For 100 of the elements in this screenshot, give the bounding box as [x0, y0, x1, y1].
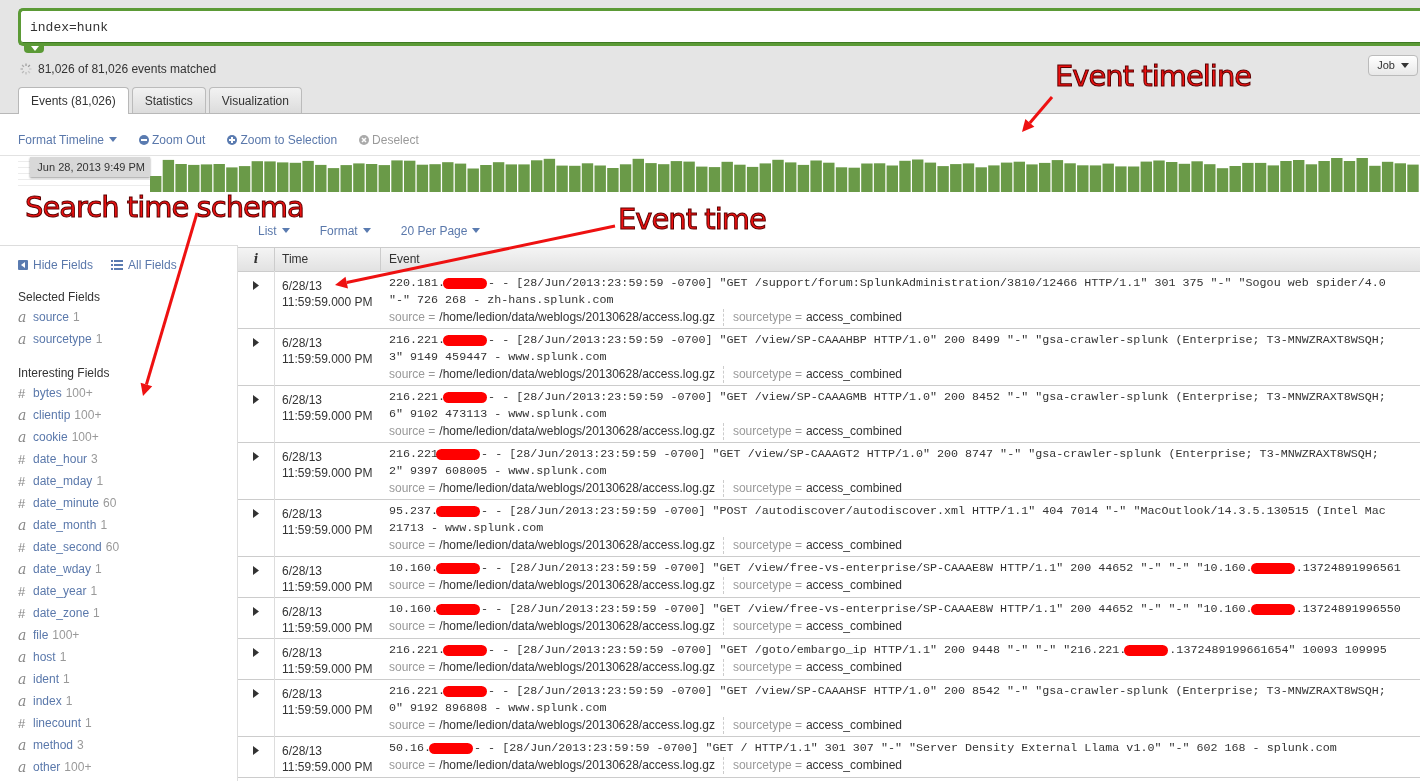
field-value[interactable]: access_combined [805, 660, 902, 674]
field-value[interactable]: /home/ledion/data/weblogs/20130628/access.log.gz [439, 660, 715, 674]
field-value[interactable]: access_combined [805, 481, 902, 495]
field-link[interactable]: date_year [33, 584, 87, 598]
field-value[interactable]: /home/ledion/data/weblogs/20130628/access.log.gz [439, 481, 715, 495]
field-count: 1 [96, 474, 104, 488]
field-type-icon: a [18, 561, 33, 577]
tab[interactable]: Events (81,026) [18, 87, 129, 114]
x-circle-icon [359, 134, 370, 145]
field-type-icon: a [18, 627, 33, 643]
field-label: sourcetype = [732, 758, 802, 772]
field-value[interactable]: access_combined [805, 718, 902, 732]
field-link[interactable]: host [33, 650, 56, 664]
field-type-icon: # [18, 539, 33, 555]
event-text: .13724891996561 [1295, 560, 1401, 577]
event-text: .13724891996550 [1295, 601, 1401, 618]
field-value[interactable]: access_combined [805, 578, 902, 592]
field-value[interactable]: access_combined [805, 758, 902, 772]
field-value[interactable]: /home/ledion/data/weblogs/20130628/access.log.gz [439, 718, 715, 732]
event-text: - - [28/Jun/2013:23:59:59 -0700] "GET /view/free-vs-enterprise/SP-CAAAE8W HTTP/1.1" 200 44652 "-" "-" "10.160. [481, 560, 1253, 577]
field-link[interactable]: sourcetype [33, 332, 92, 346]
spinner-icon [20, 63, 32, 75]
timeline-control[interactable]: Zoom Out [139, 132, 206, 147]
field-link[interactable]: date_month [33, 518, 97, 532]
field-link[interactable]: clientip [33, 408, 71, 422]
event-text: 95.237. [389, 503, 439, 520]
redaction-mark [443, 335, 488, 346]
caret-icon [109, 137, 118, 142]
field-type-icon: a [18, 429, 33, 445]
field-value[interactable]: access_combined [805, 424, 902, 438]
event-text: - - [28/Jun/2013:23:59:59 -0700] "GET / HTTP/1.1" 301 307 "-" "Server Density External Llama v1.0" "-" 602 168 - splunk.com [474, 740, 1337, 757]
field-count: 60 [105, 540, 120, 554]
field-value[interactable]: /home/ledion/data/weblogs/20130628/access.log.gz [439, 424, 715, 438]
annotation-label: Search time schema [25, 189, 304, 225]
field-label: sourcetype = [732, 367, 802, 381]
event-text: "-" 726 268 - zh-hans.splunk.com [389, 292, 614, 309]
status-text: 81,026 of 81,026 events matched [38, 62, 217, 76]
field-label: source = [389, 619, 436, 633]
search-field[interactable]: index=hunk [18, 8, 1420, 46]
field-value[interactable]: access_combined [805, 310, 902, 324]
expand-icon [253, 607, 259, 616]
event-text: - - [28/Jun/2013:23:59:59 -0700] "GET /view/SP-CAAAHSF HTTP/1.0" 200 8542 "-" "gsa-crawler-splunk (Enterprise; T3-MNWZRAXT8WSQH; [488, 683, 1386, 700]
field-link[interactable]: date_mday [33, 474, 93, 488]
field-type-icon: # [18, 715, 33, 731]
results-menu[interactable]: 20 Per Page [400, 223, 481, 238]
field-link[interactable]: bytes [33, 386, 62, 400]
section-heading: Interesting Fields [18, 366, 111, 382]
field-value[interactable]: access_combined [805, 367, 902, 381]
event-time: 11:59:59.000 PM [282, 702, 374, 718]
field-value[interactable]: /home/ledion/data/weblogs/20130628/access.log.gz [439, 538, 715, 552]
field-value[interactable]: /home/ledion/data/weblogs/20130628/access.log.gz [439, 619, 715, 633]
field-link[interactable]: ident [33, 672, 60, 686]
field-count: 1 [95, 332, 103, 346]
column-header[interactable]: Event [381, 248, 420, 271]
column-header[interactable]: Time [275, 248, 381, 271]
field-count: 100+ [65, 386, 93, 400]
field-link[interactable]: date_wday [33, 562, 92, 576]
field-count: 1 [65, 694, 73, 708]
field-link[interactable]: date_hour [33, 452, 88, 466]
field-link[interactable]: date_zone [33, 606, 90, 620]
timeline-control[interactable]: Zoom to Selection [227, 132, 338, 147]
field-value[interactable]: access_combined [805, 619, 902, 633]
field-value[interactable]: /home/ledion/data/weblogs/20130628/access.log.gz [439, 758, 715, 772]
expand-icon [253, 746, 259, 755]
field-link[interactable]: cookie [33, 430, 68, 444]
event-date: 6/28/13 [282, 278, 324, 294]
field-value[interactable]: /home/ledion/data/weblogs/20130628/access.log.gz [439, 578, 715, 592]
field-link[interactable]: method [33, 738, 74, 752]
tab[interactable]: Statistics [131, 87, 206, 113]
collapse-icon [18, 260, 28, 270]
field-label: sourcetype = [732, 619, 802, 633]
field-count: 1 [59, 650, 67, 664]
sidebar-action[interactable]: All Fields [111, 258, 177, 272]
field-type-icon: # [18, 473, 33, 489]
field-link[interactable]: index [33, 694, 62, 708]
field-link[interactable]: other [33, 760, 61, 774]
field-value[interactable]: /home/ledion/data/weblogs/20130628/access.log.gz [439, 367, 715, 381]
field-link[interactable]: date_second [33, 540, 102, 554]
results-menu[interactable]: List [258, 223, 290, 238]
field-link[interactable]: linecount [33, 716, 82, 730]
field-value[interactable]: /home/ledion/data/weblogs/20130628/access.log.gz [439, 310, 715, 324]
field-count: 100+ [74, 408, 102, 422]
field-count: 1 [73, 310, 80, 324]
search-menu-button[interactable] [24, 43, 44, 53]
results-menu[interactable]: Format [319, 223, 371, 238]
field-link[interactable]: date_minute [33, 496, 100, 510]
field-link[interactable]: source [33, 310, 70, 324]
tab[interactable]: Visualization [208, 87, 302, 113]
field-type-icon: a [18, 407, 33, 423]
redaction-mark [436, 506, 481, 517]
timeline-control[interactable]: Format Timeline [18, 132, 118, 147]
section-heading: Selected Fields [18, 290, 102, 306]
job-button[interactable]: Job [1368, 54, 1418, 76]
sidebar-action[interactable]: Hide Fields [18, 258, 94, 272]
event-text: 2" 9397 608005 - www.splunk.com [389, 463, 607, 480]
event-text: - - [28/Jun/2013:23:59:59 -0700] "GET /view/SP-CAAAGMB HTTP/1.0" 200 8452 "-" "gsa-crawler-splunk (Enterprise; T3-MNWZRAXT8WSQH; [488, 389, 1386, 406]
event-text: .1372489199661654" 10093 109995 [1169, 642, 1387, 659]
event-text: 10.160. [389, 601, 439, 618]
field-link[interactable]: file [33, 628, 49, 642]
field-value[interactable]: access_combined [805, 538, 902, 552]
